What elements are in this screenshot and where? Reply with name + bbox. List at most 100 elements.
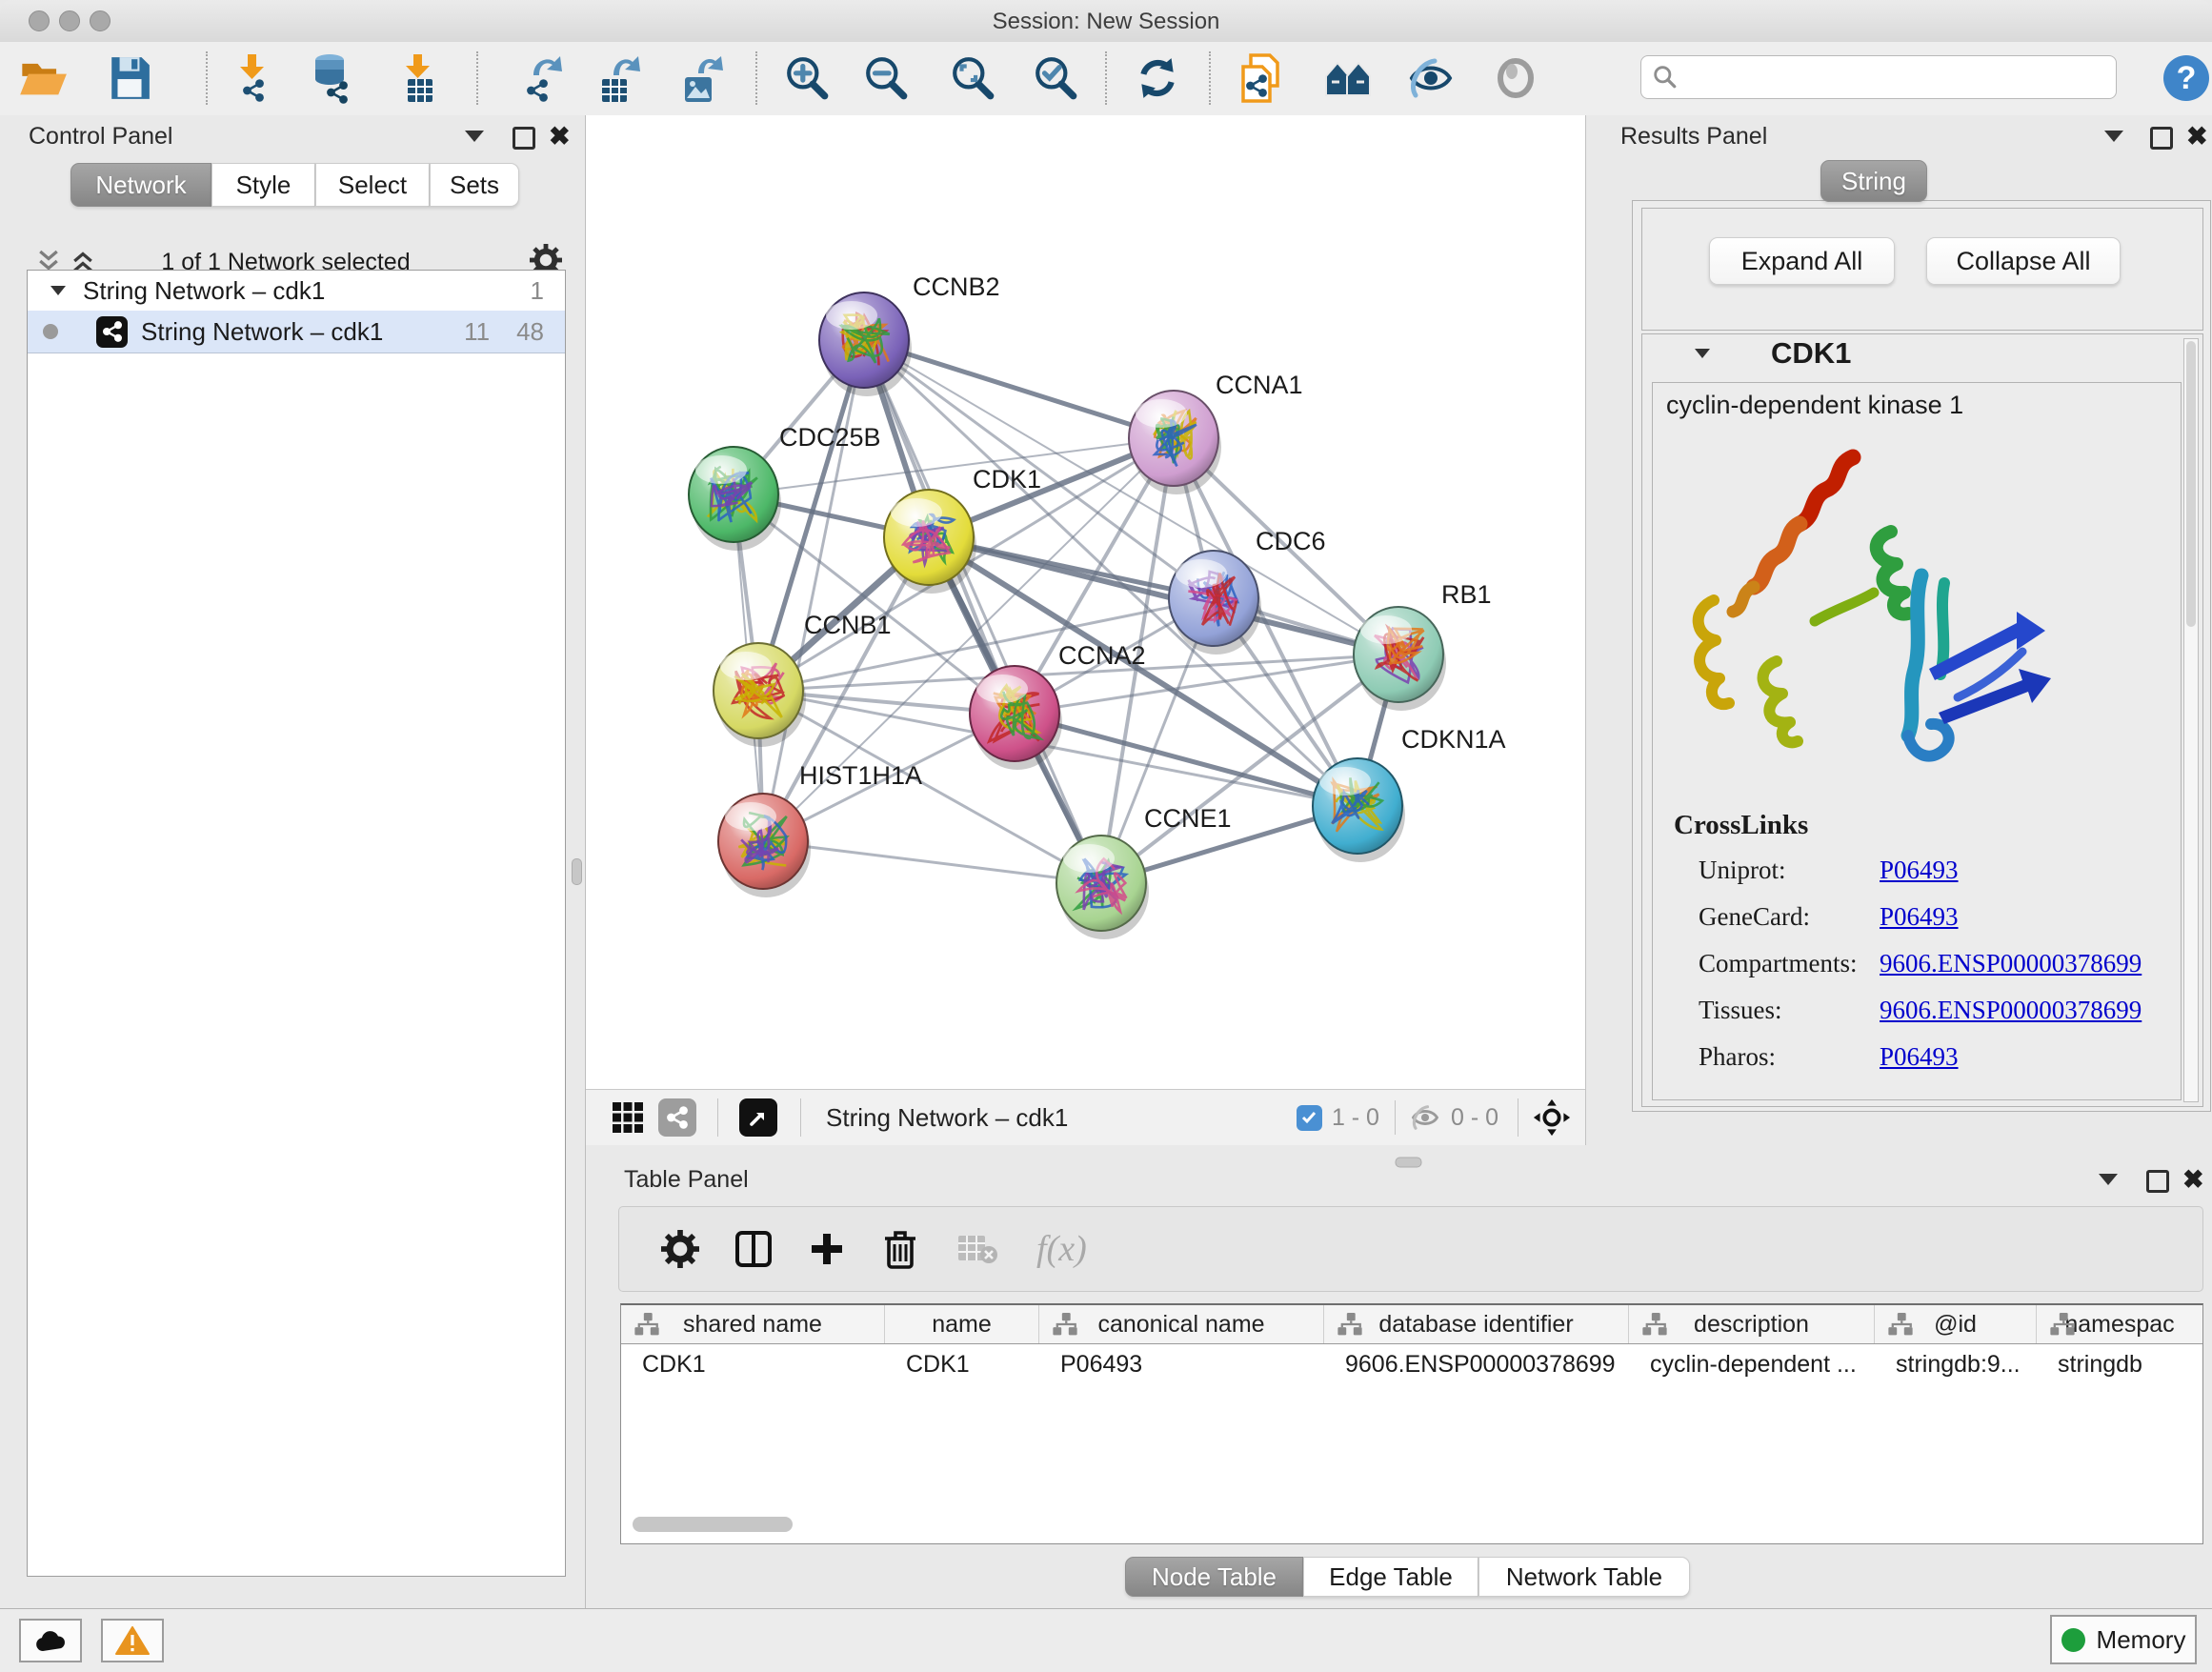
- control-panel-close-icon[interactable]: ✖: [549, 124, 571, 150]
- control-panel: Control Panel ✖ Network Style Select Set…: [0, 115, 586, 1608]
- function-builder-icon: f(x): [1036, 1228, 1087, 1270]
- delete-column-icon[interactable]: [882, 1229, 918, 1269]
- collapse-all-button[interactable]: Collapse All: [1926, 237, 2121, 285]
- table-settings-gear-icon[interactable]: [661, 1230, 699, 1268]
- cloud-button[interactable]: [19, 1619, 82, 1662]
- import-table-icon[interactable]: [391, 50, 446, 107]
- open-session-icon[interactable]: [15, 50, 70, 107]
- network-type-badge-icon[interactable]: [658, 1098, 696, 1137]
- cell-description[interactable]: cyclin-dependent ...: [1629, 1344, 1875, 1384]
- control-panel-menu-icon[interactable]: [465, 131, 484, 142]
- search-input-wrapper: [1640, 55, 2117, 99]
- results-panel-close-icon[interactable]: ✖: [2186, 124, 2208, 150]
- results-scrollbar[interactable]: [2183, 338, 2199, 1102]
- neighbors-icon[interactable]: [1321, 50, 1377, 107]
- column-header-description[interactable]: description: [1629, 1305, 1875, 1343]
- network-collection-row[interactable]: String Network – cdk1 1: [28, 271, 565, 311]
- crosslink-value[interactable]: 9606.ENSP00000378699: [1880, 949, 2156, 978]
- tab-edge-table[interactable]: Edge Table: [1303, 1557, 1478, 1597]
- table-horizontal-scrollbar[interactable]: [633, 1517, 793, 1532]
- cell-id[interactable]: stringdb:9...: [1875, 1344, 2037, 1384]
- export-network-icon[interactable]: [516, 50, 572, 107]
- expand-all-button[interactable]: Expand All: [1709, 237, 1895, 285]
- create-column-icon[interactable]: [808, 1230, 846, 1268]
- cell-name[interactable]: CDK1: [885, 1344, 1039, 1384]
- table-panel-float-icon[interactable]: [2146, 1170, 2169, 1193]
- zoom-fit-icon[interactable]: [946, 50, 1001, 107]
- pan-mode-icon[interactable]: [1532, 1098, 1572, 1138]
- crosslink-label: Uniprot:: [1699, 856, 1880, 885]
- crosslink-value[interactable]: P06493: [1880, 1042, 2156, 1072]
- tab-select[interactable]: Select: [315, 163, 430, 207]
- crosslink-value[interactable]: 9606.ENSP00000378699: [1880, 996, 2156, 1025]
- column-header-id[interactable]: @id: [1875, 1305, 2037, 1343]
- column-header-name[interactable]: name: [885, 1305, 1039, 1343]
- results-panel-float-icon[interactable]: [2150, 127, 2173, 150]
- column-header-canonical-name[interactable]: canonical name: [1039, 1305, 1324, 1343]
- search-icon: [1653, 65, 1678, 90]
- results-buttons-box: Expand All Collapse All: [1641, 208, 2203, 331]
- help-icon[interactable]: ?: [2159, 50, 2212, 107]
- table-panel-close-icon[interactable]: ✖: [2182, 1167, 2204, 1193]
- window-title: Session: New Session: [0, 9, 2212, 35]
- import-network-icon[interactable]: [225, 50, 280, 107]
- network-node-count: 11: [464, 317, 490, 347]
- show-columns-icon[interactable]: [734, 1229, 774, 1269]
- zoom-out-icon[interactable]: [859, 50, 915, 107]
- search-input[interactable]: [1685, 63, 2116, 91]
- panel-splitter-handle[interactable]: [572, 858, 582, 885]
- show-all-icon[interactable]: [1488, 50, 1543, 107]
- birds-eye-view-icon[interactable]: [611, 1100, 645, 1135]
- table-panel-menu-icon[interactable]: [2099, 1174, 2118, 1185]
- crosslinks-heading: CrossLinks: [1674, 810, 1808, 841]
- selected-checkbox-icon[interactable]: [1297, 1105, 1322, 1131]
- toolbar-separator: [1209, 51, 1211, 105]
- tab-sets[interactable]: Sets: [430, 163, 519, 207]
- zoom-in-icon[interactable]: [780, 50, 835, 107]
- crosslink-value[interactable]: P06493: [1880, 856, 2156, 885]
- refresh-icon[interactable]: [1130, 50, 1185, 107]
- memory-label: Memory: [2097, 1625, 2186, 1655]
- node-label: CDC6: [1256, 527, 1326, 555]
- network-row[interactable]: String Network – cdk1 11 48: [28, 311, 565, 353]
- table-row[interactable]: CDK1 CDK1 P06493 9606.ENSP00000378699 cy…: [621, 1344, 2202, 1384]
- network-canvas[interactable]: CCNB2CCNA1CDC25BCDK1CDC6RB1CCNB1CCNA2CDK…: [586, 115, 1585, 1089]
- protein-detail-box: cyclin-dependent kinase 1: [1652, 382, 2182, 1100]
- table-toolbar: f(x): [618, 1206, 2203, 1292]
- control-panel-tabs: Network Style Select Sets: [70, 163, 519, 207]
- import-database-icon[interactable]: [304, 50, 359, 107]
- save-session-icon[interactable]: [102, 50, 157, 107]
- warning-button[interactable]: [101, 1619, 164, 1662]
- svg-text:?: ?: [2177, 60, 2197, 96]
- control-panel-float-icon[interactable]: [513, 127, 535, 150]
- zoom-selected-icon[interactable]: [1029, 50, 1084, 107]
- protein-collapse-icon[interactable]: [1695, 349, 1710, 358]
- cell-database-identifier[interactable]: 9606.ENSP00000378699: [1324, 1344, 1629, 1384]
- tab-style[interactable]: Style: [211, 163, 315, 207]
- export-table-icon[interactable]: [593, 50, 648, 107]
- cell-namespace[interactable]: stringdb: [2037, 1344, 2202, 1384]
- open-in-window-icon[interactable]: [739, 1098, 777, 1137]
- toolbar-separator: [476, 51, 478, 105]
- collection-expand-icon[interactable]: [50, 286, 66, 295]
- network-graph: CCNB2CCNA1CDC25BCDK1CDC6RB1CCNB1CCNA2CDK…: [586, 115, 1585, 1089]
- tab-node-table[interactable]: Node Table: [1125, 1557, 1303, 1597]
- memory-button[interactable]: Memory: [2050, 1615, 2197, 1664]
- hide-selected-icon[interactable]: [1403, 50, 1458, 107]
- clone-network-icon[interactable]: [1233, 50, 1288, 107]
- results-panel-menu-icon[interactable]: [2104, 131, 2123, 142]
- crosslink-label: Compartments:: [1699, 949, 1880, 978]
- export-image-icon[interactable]: [675, 50, 731, 107]
- tab-network[interactable]: Network: [70, 163, 211, 207]
- cell-canonical-name[interactable]: P06493: [1039, 1344, 1324, 1384]
- column-header-shared-name[interactable]: shared name: [621, 1305, 885, 1343]
- protein-card: CDK1 cyclin-dependent kinase 1: [1641, 333, 2203, 1107]
- crosslink-value[interactable]: P06493: [1880, 902, 2156, 932]
- column-header-namespace[interactable]: namespac: [2037, 1305, 2202, 1343]
- results-tab-string[interactable]: String: [1820, 160, 1927, 202]
- table-panel: Table Panel ✖: [586, 1145, 2212, 1608]
- tab-network-table[interactable]: Network Table: [1478, 1557, 1690, 1597]
- table-splitter-handle[interactable]: [1396, 1158, 1422, 1168]
- column-header-database-identifier[interactable]: database identifier: [1324, 1305, 1629, 1343]
- cell-shared-name[interactable]: CDK1: [621, 1344, 885, 1384]
